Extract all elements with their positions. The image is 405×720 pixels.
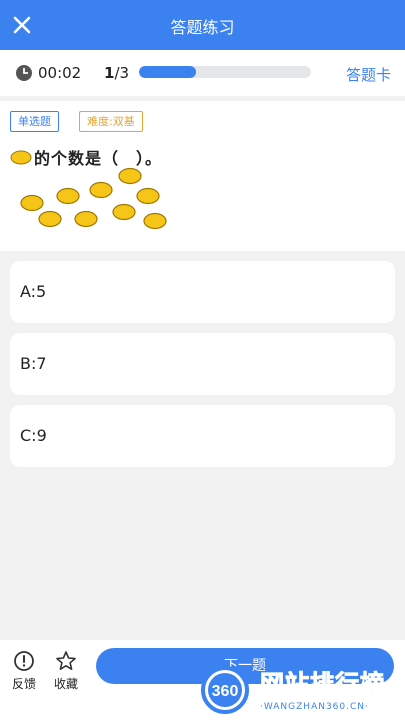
option-c[interactable]: C:9 — [10, 405, 395, 467]
clock-icon — [16, 65, 32, 81]
option-a[interactable]: A:5 — [10, 261, 395, 323]
option-label: C:9 — [20, 426, 47, 445]
top-bar: 答题练习 — [0, 0, 405, 50]
coin — [118, 167, 142, 185]
option-label: A:5 — [20, 282, 47, 301]
option-label: B:7 — [20, 354, 47, 373]
logo-360-icon: 360 — [201, 666, 249, 714]
watermark-title: 网站排行榜 — [260, 670, 385, 699]
total-questions: /3 — [114, 64, 130, 82]
watermark-subtitle: ·WANGZHAN360.CN· — [260, 702, 369, 712]
progress-track — [139, 66, 311, 78]
timer: 00:02 — [38, 64, 82, 82]
watermark: 360 网站排行榜 ·WANGZHAN360.CN· — [196, 660, 405, 720]
option-b[interactable]: B:7 — [10, 333, 395, 395]
page-title: 答题练习 — [170, 18, 235, 37]
answer-sheet-button[interactable]: 答题卡 — [346, 64, 391, 85]
favorite-label: 收藏 — [53, 677, 78, 691]
coin — [38, 210, 62, 228]
coin — [143, 212, 167, 230]
current-question-number: 1 — [104, 64, 115, 82]
feedback-button[interactable]: 反馈 — [4, 650, 44, 692]
coin — [89, 181, 113, 199]
alert-circle-icon — [14, 651, 34, 671]
coin-picture — [20, 167, 167, 230]
progress-bar-row: 00:02 1/3 答题卡 — [0, 50, 405, 96]
coin — [56, 187, 80, 205]
question-counter: 1/3 — [104, 64, 129, 82]
coin — [74, 210, 98, 228]
favorite-button[interactable]: 收藏 — [46, 650, 86, 692]
logo-360-text: 360 — [212, 683, 239, 700]
coin — [20, 194, 44, 212]
star-icon — [56, 651, 76, 670]
coin — [136, 187, 160, 205]
question-card: 单选题 难度:双基 的个数是（ ）。 — [0, 101, 405, 251]
progress-fill — [139, 66, 196, 78]
coin — [112, 203, 136, 221]
feedback-label: 反馈 — [11, 677, 36, 691]
